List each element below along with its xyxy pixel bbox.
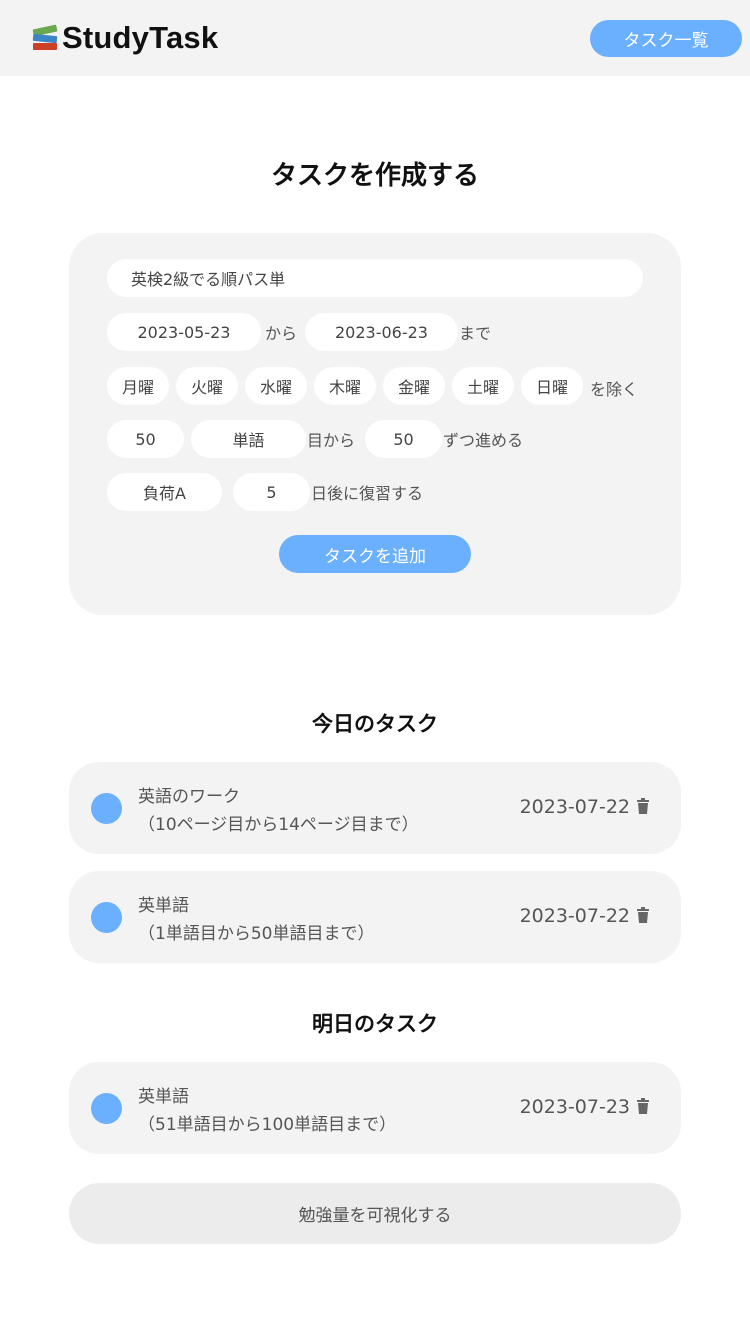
task-date: 2023-07-22 bbox=[519, 796, 630, 818]
task-name: 英単語 bbox=[138, 896, 189, 916]
step-input[interactable]: 50 bbox=[365, 420, 442, 458]
books-icon bbox=[30, 23, 60, 53]
add-task-button[interactable]: タスクを追加 bbox=[279, 535, 471, 573]
task-card[interactable]: 英単語 （51単語目から100単語目まで） 2023-07-23 bbox=[69, 1062, 681, 1154]
task-range: （10ページ目から14ページ目まで） bbox=[138, 815, 419, 835]
weekday-fri[interactable]: 金曜 bbox=[383, 367, 445, 405]
weekday-tue[interactable]: 火曜 bbox=[176, 367, 238, 405]
review-label: 日後に復習する bbox=[311, 484, 424, 503]
weekday-sun[interactable]: 日曜 bbox=[521, 367, 583, 405]
start-date-input[interactable]: 2023-05-23 bbox=[107, 313, 261, 351]
task-list-button[interactable]: タスク一覧 bbox=[590, 20, 742, 57]
unit-input[interactable]: 単語 bbox=[191, 420, 306, 458]
weekday-thu[interactable]: 木曜 bbox=[314, 367, 376, 405]
task-status-circle[interactable] bbox=[91, 793, 122, 824]
task-status-circle[interactable] bbox=[91, 1093, 122, 1124]
create-task-form: 英検2級でる順パス単 2023-05-23 から 2023-06-23 まで 月… bbox=[69, 233, 681, 615]
task-card[interactable]: 英単語 （1単語目から50単語目まで） 2023-07-22 bbox=[69, 871, 681, 963]
task-range: （1単語目から50単語目まで） bbox=[138, 924, 375, 944]
tomorrow-tasks-title: 明日のタスク bbox=[312, 1012, 438, 1036]
until-label: まで bbox=[459, 324, 492, 343]
step-label: ずつ進める bbox=[443, 431, 524, 450]
task-date: 2023-07-22 bbox=[519, 905, 630, 927]
task-date: 2023-07-23 bbox=[519, 1096, 630, 1118]
task-card[interactable]: 英語のワーク （10ページ目から14ページ目まで） 2023-07-22 bbox=[69, 762, 681, 854]
task-range: （51単語目から100単語目まで） bbox=[138, 1115, 397, 1135]
create-task-title: タスクを作成する bbox=[270, 161, 479, 191]
task-name-input[interactable]: 英検2級でる順パス単 bbox=[107, 259, 643, 297]
brand-name: StudyTask bbox=[62, 20, 219, 55]
task-name: 英語のワーク bbox=[138, 787, 240, 807]
weekday-mon[interactable]: 月曜 bbox=[107, 367, 169, 405]
exclude-label: を除く bbox=[590, 380, 639, 399]
from-label: から bbox=[265, 324, 298, 343]
end-date-input[interactable]: 2023-06-23 bbox=[305, 313, 458, 351]
task-name: 英単語 bbox=[138, 1087, 189, 1107]
logo[interactable]: StudyTask bbox=[30, 20, 218, 56]
today-tasks-title: 今日のタスク bbox=[312, 712, 438, 736]
start-number-input[interactable]: 50 bbox=[107, 420, 184, 458]
trash-icon[interactable] bbox=[637, 1098, 649, 1114]
app-header: StudyTask タスク一覧 bbox=[0, 0, 750, 76]
task-status-circle[interactable] bbox=[91, 902, 122, 933]
weekday-sat[interactable]: 土曜 bbox=[452, 367, 514, 405]
weekday-wed[interactable]: 水曜 bbox=[245, 367, 307, 405]
trash-icon[interactable] bbox=[637, 798, 649, 814]
visualize-study-button[interactable]: 勉強量を可視化する bbox=[69, 1183, 681, 1244]
review-days-input[interactable]: 5 bbox=[233, 473, 310, 511]
from-item-label: 目から bbox=[307, 431, 356, 450]
trash-icon[interactable] bbox=[637, 907, 649, 923]
load-select[interactable]: 負荷A bbox=[107, 473, 222, 511]
